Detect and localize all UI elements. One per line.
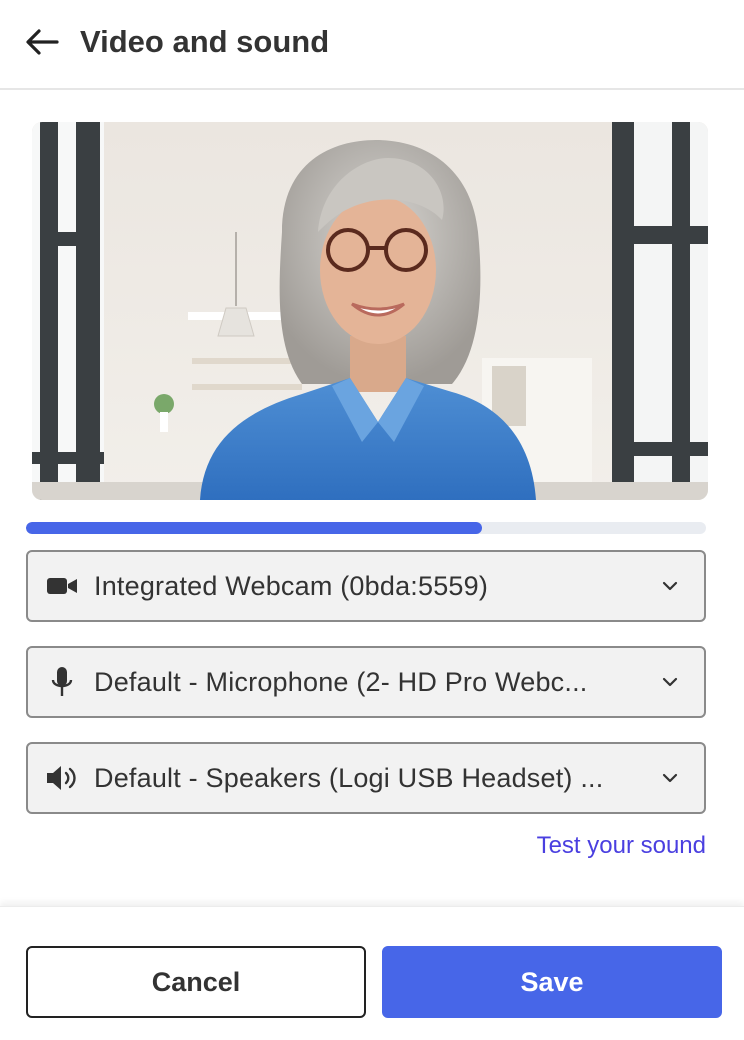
camera-select-value: Integrated Webcam (0bda:5559)	[94, 570, 489, 601]
microphone-select-value: Default - Microphone (2- HD Pro Webc...	[94, 666, 588, 697]
chevron-down-icon	[660, 672, 680, 692]
chevron-down-icon	[660, 576, 680, 596]
speaker-select-value: Default - Speakers (Logi USB Headset) ..…	[94, 762, 604, 793]
page-title: Video and sound	[80, 24, 330, 59]
header-bar: Video and sound	[0, 0, 744, 90]
video-camera-icon	[44, 568, 80, 604]
speaker-select[interactable]: Default - Speakers (Logi USB Headset) ..…	[26, 742, 706, 814]
test-sound-link[interactable]: Test your sound	[537, 832, 706, 860]
camera-select[interactable]: Integrated Webcam (0bda:5559)	[26, 550, 706, 622]
arrow-left-icon	[26, 29, 59, 55]
chevron-down-icon	[660, 768, 680, 788]
audio-level-meter	[26, 522, 706, 534]
audio-level-fill	[26, 522, 482, 534]
back-button[interactable]	[22, 24, 62, 60]
microphone-icon	[44, 664, 80, 700]
speaker-icon	[44, 760, 80, 796]
cancel-button[interactable]: Cancel	[26, 946, 366, 1018]
microphone-select[interactable]: Default - Microphone (2- HD Pro Webc...	[26, 646, 706, 718]
save-button[interactable]: Save	[382, 946, 722, 1018]
camera-preview	[32, 122, 708, 500]
